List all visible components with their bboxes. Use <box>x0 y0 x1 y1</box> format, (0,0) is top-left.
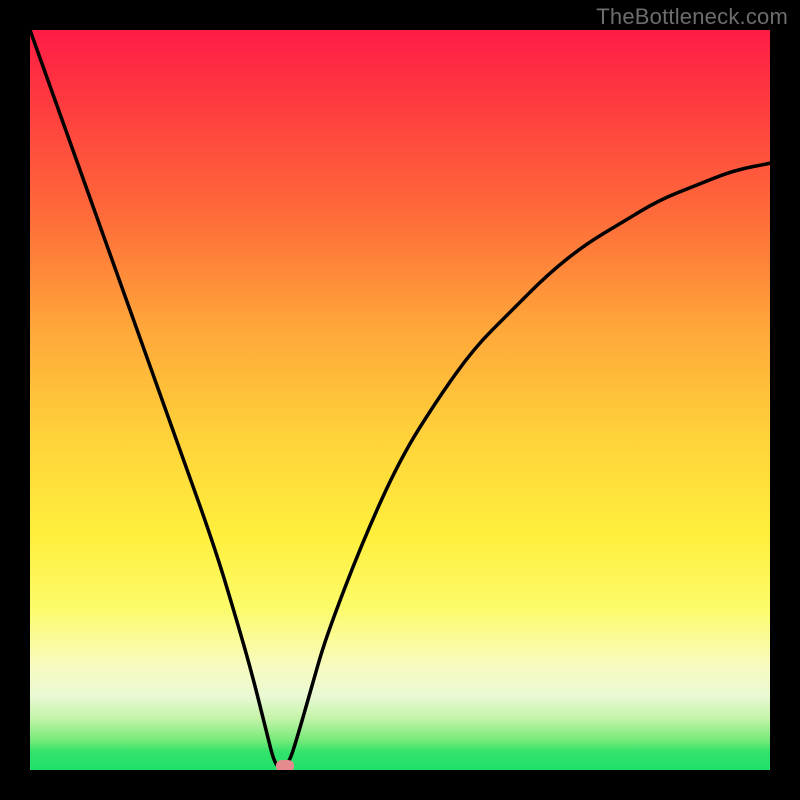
chart-frame: TheBottleneck.com <box>0 0 800 800</box>
plot-area <box>30 30 770 770</box>
bottleneck-curve <box>30 30 770 770</box>
watermark-text: TheBottleneck.com <box>596 4 788 30</box>
min-marker <box>276 760 294 770</box>
